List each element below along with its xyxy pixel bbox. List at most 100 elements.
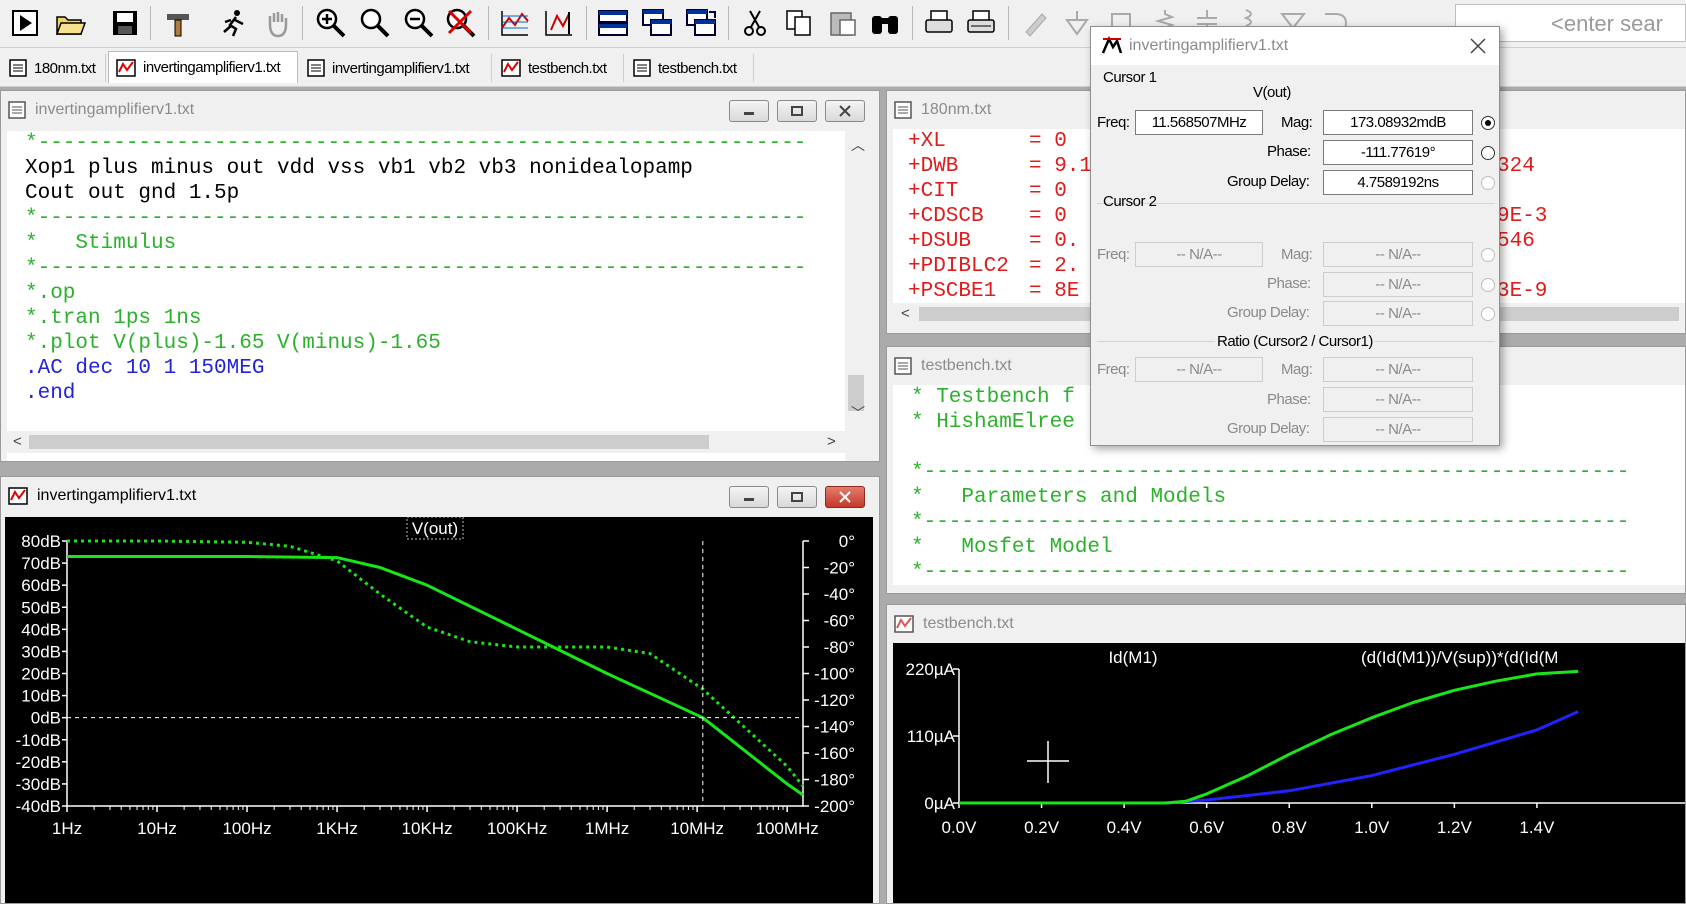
bode-plot-pane[interactable]: 80dB 70dB 60dB 50dB 40dB 30dB 20dB 10dB 0dB -10dB… <box>5 517 873 904</box>
cut-scissors-icon[interactable] <box>738 6 772 40</box>
cursor1-group-delay-field[interactable]: 4.7589192ns <box>1323 170 1473 195</box>
close-button[interactable] <box>825 100 865 122</box>
plot-frame <box>66 541 804 807</box>
close-button[interactable] <box>825 486 865 508</box>
run-simulation-icon[interactable] <box>216 6 250 40</box>
trace-label-id-m1[interactable]: Id(M1) <box>1108 648 1157 667</box>
cascade-windows-icon[interactable] <box>640 6 674 40</box>
zoom-cancel-icon[interactable] <box>444 6 478 40</box>
y-tick-label: -20dB <box>16 753 61 772</box>
trace-label[interactable]: V(out) <box>412 519 458 538</box>
scroll-left-icon[interactable]: < <box>13 433 22 450</box>
y2-tick-label: -100° <box>814 665 855 684</box>
bode-plot-window: invertingamplifierv1.txt 80dB 70dB 60dB 50d… <box>0 476 880 904</box>
horizontal-scrollbar[interactable]: < > <box>7 431 845 453</box>
bode-plot-svg[interactable]: 80dB 70dB 60dB 50dB 40dB 30dB 20dB 10dB 0dB -10dB… <box>5 517 873 904</box>
tab-invertingamplifier-netlist[interactable]: invertingamplifierv1.txt <box>300 54 492 82</box>
waveform-icon <box>116 58 136 77</box>
cursor2-mag-field: -- N/A-- <box>1323 242 1473 267</box>
tab-testbench-netlist[interactable]: testbench.txt <box>626 54 754 82</box>
control-panel-hammer-icon[interactable] <box>162 6 196 40</box>
tab-testbench-waveform[interactable]: testbench.txt <box>494 54 624 82</box>
waveform-icon <box>894 615 914 633</box>
model-param-text: +PSCBE1 <box>908 280 997 303</box>
manual-limits-icon[interactable] <box>542 6 576 40</box>
y2-tick-label: 0° <box>839 532 855 551</box>
netlist-icon <box>894 101 912 119</box>
tile-vertical-icon[interactable] <box>684 6 718 40</box>
testbench-plot-svg[interactable]: 220µA 110µA 0µA 0.0V 0.2V 0.4V 0.6V 0.8V 1.0V 1.2… <box>893 643 1686 904</box>
tab-180nm-netlist[interactable]: 180nm.txt <box>2 54 106 82</box>
model-param-text: +CIT <box>908 180 959 203</box>
id-m1-trace <box>959 710 1579 805</box>
scroll-down-icon[interactable]: ﹀ <box>851 403 865 423</box>
trace-label-gm[interactable]: (d(Id(M1))/V(sup))*(d(Id(M <box>1361 648 1558 667</box>
model-param-text: +DSUB <box>908 230 972 253</box>
cursor2-group-delay-field: -- N/A-- <box>1323 301 1473 326</box>
ground-icon[interactable] <box>1060 6 1094 40</box>
cursor1-phase-field[interactable]: -111.77619° <box>1323 140 1473 165</box>
scroll-left-icon[interactable]: < <box>901 305 910 322</box>
ltspice-app-icon <box>1101 36 1123 54</box>
waveform-icon <box>8 487 28 505</box>
y2-tick-label: -180° <box>814 771 855 790</box>
phase-radio[interactable] <box>1481 146 1495 160</box>
gm-trace <box>959 669 1579 805</box>
scroll-thumb[interactable] <box>29 435 709 449</box>
plot-frame <box>958 669 1685 804</box>
model-param-text: = 8E <box>1029 280 1080 303</box>
window-title-bar[interactable]: testbench.txt <box>887 605 1685 643</box>
netlist-icon <box>307 59 325 77</box>
paste-icon[interactable] <box>826 6 860 40</box>
tab-invertingamplifier-waveform[interactable]: invertingamplifierv1.txt <box>108 51 298 83</box>
scroll-up-icon[interactable]: ︿ <box>851 135 865 155</box>
testbench-plot-pane[interactable]: 220µA 110µA 0µA 0.0V 0.2V 0.4V 0.6V 0.8V 1.0V 1.2… <box>893 643 1686 904</box>
save-icon[interactable] <box>108 6 142 40</box>
zoom-in-icon[interactable] <box>314 6 348 40</box>
find-binoculars-icon[interactable] <box>868 6 902 40</box>
close-icon[interactable] <box>1469 37 1487 55</box>
autorange-icon[interactable] <box>498 6 532 40</box>
halt-hand-icon[interactable] <box>260 6 294 40</box>
print-setup-icon[interactable] <box>964 6 998 40</box>
y-tick-label: 10dB <box>21 687 61 706</box>
phase-trace <box>67 539 805 788</box>
group-delay-label: Group Delay: <box>1227 304 1310 321</box>
model-param-text: 546 <box>1497 230 1535 253</box>
x-tick-label: 1KHz <box>316 819 358 838</box>
run-icon[interactable] <box>8 6 42 40</box>
scroll-right-icon[interactable]: > <box>827 433 836 450</box>
draw-wire-pencil-icon[interactable] <box>1018 6 1052 40</box>
x-tick-label: 10KHz <box>402 819 453 838</box>
restore-button[interactable] <box>777 100 817 122</box>
y-tick-label: 220µA <box>906 660 956 679</box>
cursor1-mag-field[interactable]: 173.08932mdB <box>1323 110 1473 135</box>
vertical-scrollbar[interactable]: ︿ ﹀ <box>845 131 867 461</box>
y-tick-label: 40dB <box>21 620 61 639</box>
cursor1-freq-field[interactable]: 11.568507MHz <box>1135 110 1263 135</box>
copy-icon[interactable] <box>782 6 816 40</box>
netlist-text-area[interactable]: *---------------------------------------… <box>7 131 845 461</box>
text-line: *.op <box>25 282 76 305</box>
text-line: *---------------------------------------… <box>911 561 1630 584</box>
x-tick-label: 0.2V <box>1024 818 1060 837</box>
cursor1-group-label: Cursor 1 <box>1103 69 1157 86</box>
minimize-button[interactable] <box>729 486 769 508</box>
zoom-full-icon[interactable] <box>358 6 392 40</box>
print-icon[interactable] <box>922 6 956 40</box>
ratio-freq-field: -- N/A-- <box>1135 357 1263 382</box>
restore-button[interactable] <box>777 486 817 508</box>
text-line: *.tran 1ps 1ns <box>25 307 202 330</box>
text-line: .end <box>25 382 76 405</box>
dialog-title-bar[interactable]: invertingamplifierv1.txt <box>1091 27 1499 65</box>
tile-horizontal-icon[interactable] <box>596 6 630 40</box>
x-tick-label: 1Hz <box>52 819 82 838</box>
window-title: 180nm.txt <box>921 101 992 118</box>
y-tick-label: 110µA <box>907 727 956 746</box>
mag-radio[interactable] <box>1481 116 1495 130</box>
zoom-out-icon[interactable] <box>402 6 436 40</box>
y-tick-label: 20dB <box>21 665 61 684</box>
group-delay-radio[interactable] <box>1481 176 1495 190</box>
minimize-button[interactable] <box>729 100 769 122</box>
open-folder-icon[interactable] <box>54 6 88 40</box>
